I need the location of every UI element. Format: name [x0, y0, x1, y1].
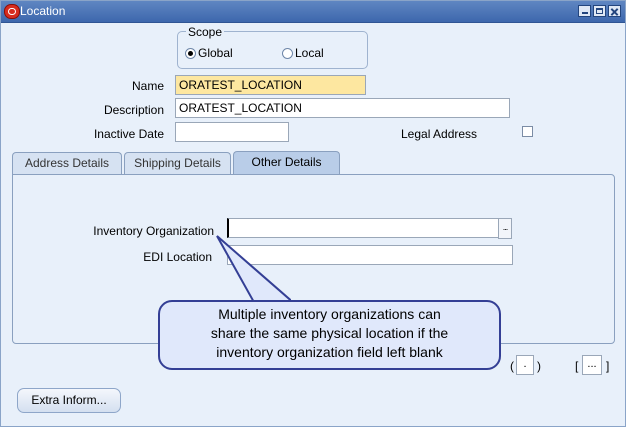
callout-bubble: Multiple inventory organizations can sha… — [158, 300, 501, 370]
scope-global-label[interactable]: Global — [198, 46, 233, 60]
callout-line: Multiple inventory organizations can — [218, 306, 441, 322]
flex-right-open: [ — [575, 359, 579, 373]
inventory-organization-lov-button[interactable]: ... — [498, 218, 512, 239]
maximize-icon[interactable] — [593, 5, 606, 17]
flex-left-close: ) — [537, 359, 541, 373]
flex-right-close: ] — [606, 359, 610, 373]
inventory-organization-label: Inventory Organization — [93, 224, 214, 238]
scope-global-radio[interactable] — [185, 48, 196, 59]
legal-address-checkbox[interactable] — [522, 126, 533, 137]
oracle-app-icon — [4, 4, 20, 19]
window-title: Location — [20, 4, 66, 18]
name-field[interactable]: ORATEST_LOCATION — [175, 75, 366, 95]
scope-local-label[interactable]: Local — [295, 46, 324, 60]
tab-address-details[interactable]: Address Details — [12, 152, 122, 174]
legal-address-label: Legal Address — [401, 127, 478, 141]
callout-line: share the same physical location if the — [210, 325, 449, 341]
tab-shipping-details[interactable]: Shipping Details — [124, 152, 231, 174]
close-icon[interactable] — [608, 5, 621, 17]
extra-information-button[interactable]: Extra Inform... — [17, 388, 121, 413]
title-bar: Location — [1, 1, 625, 23]
descriptive-flexfield[interactable]: . — [516, 355, 534, 375]
tab-other-details[interactable]: Other Details — [233, 151, 340, 175]
inactive-date-label: Inactive Date — [93, 127, 164, 141]
minimize-icon[interactable] — [578, 5, 591, 17]
inactive-date-field[interactable] — [175, 122, 289, 142]
callout-pointer-icon — [216, 235, 291, 305]
description-field[interactable]: ORATEST_LOCATION — [175, 98, 510, 118]
flex-left-open: ( — [510, 359, 514, 373]
name-label: Name — [131, 79, 164, 93]
scope-local-radio[interactable] — [282, 48, 293, 59]
edi-location-label: EDI Location — [143, 250, 212, 264]
global-flexfield[interactable]: ... — [582, 355, 602, 375]
location-window: Location Scope Global Local Name ORATEST… — [0, 0, 626, 427]
scope-legend: Scope — [186, 25, 225, 39]
callout-line: inventory organization field left blank — [216, 344, 443, 360]
description-label: Description — [103, 103, 164, 117]
